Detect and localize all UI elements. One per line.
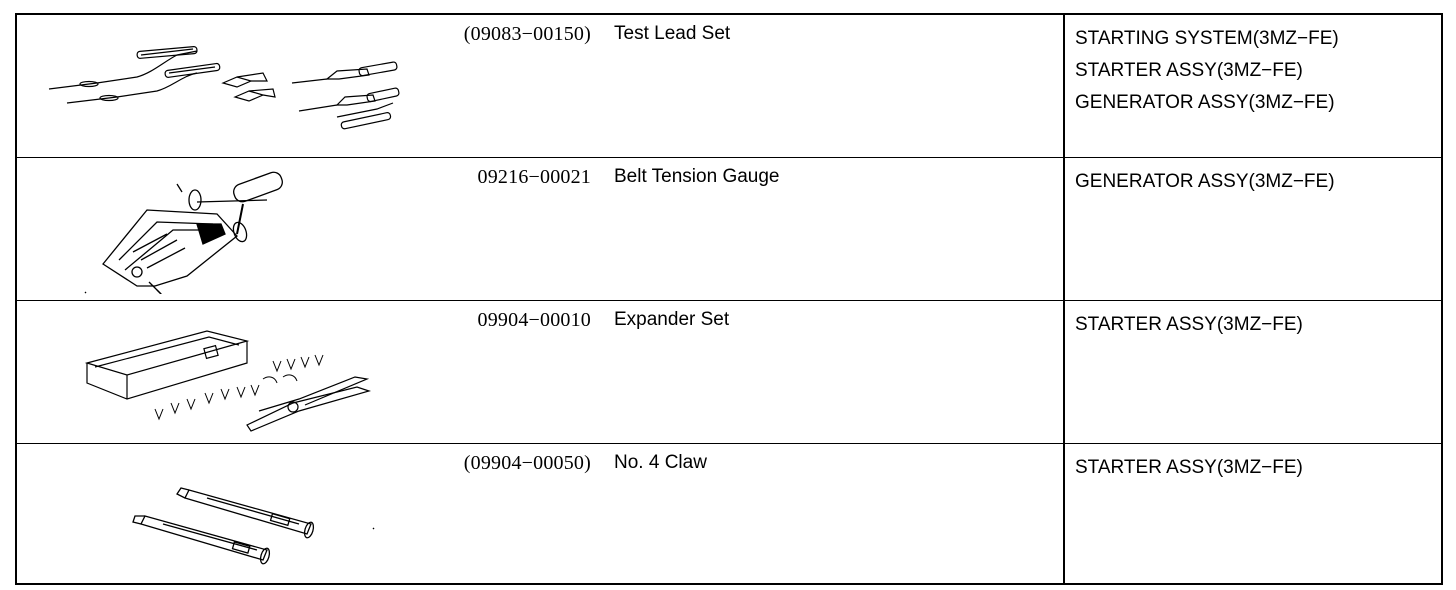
application-item: STARTER ASSY(3MZ−FE) — [1075, 314, 1303, 335]
belt-tension-gauge-icon — [37, 164, 417, 294]
tool-name: Expander Set — [614, 309, 730, 330]
tool-name: Test Lead Set — [614, 23, 731, 44]
application-item: STARTER ASSY(3MZ−FE) — [1075, 457, 1303, 478]
part-number: (09904−00050) — [463, 452, 591, 474]
application-list: STARTING SYSTEM(3MZ−FE) STARTER ASSY(3MZ… — [1075, 23, 1339, 119]
expander-set-icon — [37, 307, 417, 437]
application-item: STARTER ASSY(3MZ−FE) — [1075, 60, 1303, 81]
application-item: GENERATOR ASSY(3MZ−FE) — [1075, 171, 1335, 192]
application-list: STARTER ASSY(3MZ−FE) — [1075, 452, 1303, 484]
tool-name: No. 4 Claw — [614, 452, 707, 473]
column-divider — [1063, 15, 1065, 583]
claw-icon — [37, 450, 417, 580]
application-item: GENERATOR ASSY(3MZ−FE) — [1075, 92, 1335, 113]
application-list: STARTER ASSY(3MZ−FE) — [1075, 309, 1303, 341]
test-lead-set-icon — [37, 21, 417, 151]
part-number: 09216−00021 — [477, 166, 591, 188]
tool-name: Belt Tension Gauge — [614, 166, 780, 187]
application-item: STARTING SYSTEM(3MZ−FE) — [1075, 28, 1339, 49]
part-number: (09083−00150) — [463, 23, 591, 45]
application-list: GENERATOR ASSY(3MZ−FE) — [1075, 166, 1335, 198]
special-service-tools-table: (09083−00150) Test Lead Set 09216−00021 … — [15, 13, 1443, 585]
part-number: 09904−00010 — [477, 309, 591, 331]
